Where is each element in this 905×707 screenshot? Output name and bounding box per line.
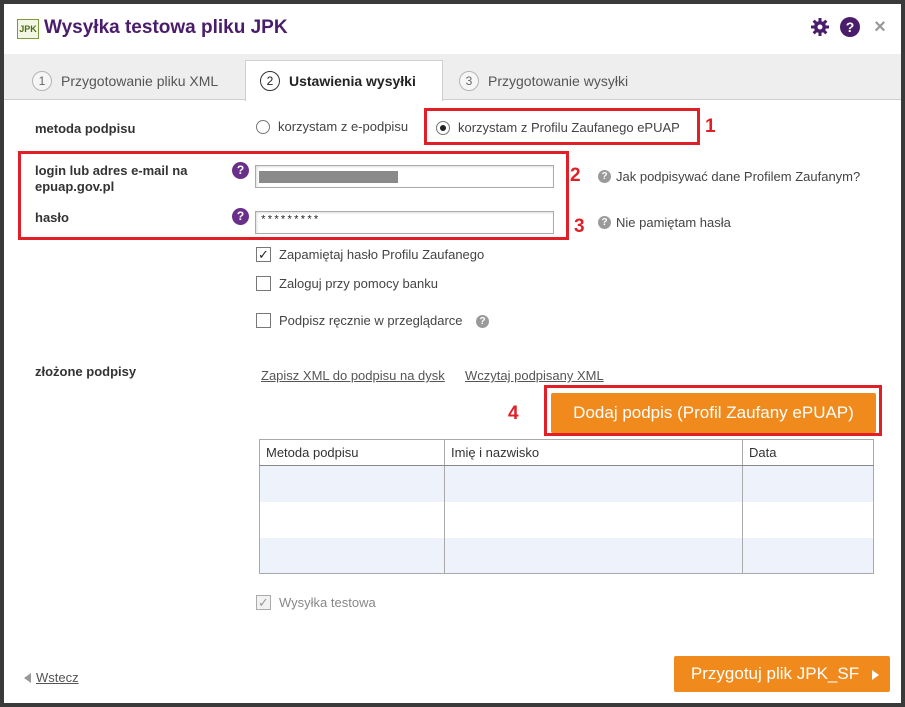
column-header[interactable]: Data <box>742 439 874 466</box>
column-header[interactable]: Imię i nazwisko <box>444 439 743 466</box>
checkbox-label: Wysyłka testowa <box>279 595 376 610</box>
checkbox-label: Zapamiętaj hasło Profilu Zaufanego <box>279 247 485 262</box>
radio-circle <box>256 119 270 134</box>
prepare-jpk-label: Przygotuj plik JPK_SF <box>690 664 860 683</box>
annotation-number-1: 1 <box>705 116 716 137</box>
tab-xml-preparation[interactable]: 1 Przygotowanie pliku XML <box>32 62 218 100</box>
radio-label: korzystam z e-podpisu <box>278 119 409 134</box>
back-link[interactable]: Wstecz <box>24 670 79 685</box>
table-row <box>259 537 874 574</box>
tab-send-settings[interactable]: 2 Ustawienia wysyłki <box>245 60 443 101</box>
manual-sign-checkbox[interactable]: Podpisz ręcznie w przeglądarce <box>256 313 463 328</box>
signatures-table: Metoda podpisu Imię i nazwisko Data <box>259 439 874 574</box>
title-bar: JPK Wysyłka testowa pliku JPK ? × <box>4 4 901 54</box>
remember-password-checkbox[interactable]: ✓ Zapamiętaj hasło Profilu Zaufanego <box>256 247 484 262</box>
jpk-logo: JPK <box>17 19 39 39</box>
tab-number: 1 <box>32 71 52 91</box>
test-send-checkbox: ✓ Wysyłka testowa <box>256 595 376 610</box>
checkbox-label: Zaloguj przy pomocy banku <box>279 276 438 291</box>
gear-icon[interactable] <box>810 17 830 37</box>
tab-bar: 1 Przygotowanie pliku XML 2 Ustawienia w… <box>4 54 901 101</box>
manual-sign-help-icon[interactable]: ? <box>476 315 489 328</box>
checkbox-label: Podpisz ręcznie w przeglądarce <box>279 313 463 328</box>
radio-e-signature[interactable]: korzystam z e-podpisu <box>256 119 408 134</box>
back-label: Wstecz <box>36 670 79 685</box>
tab-number: 2 <box>260 71 280 91</box>
dialog-title: Wysyłka testowa pliku JPK <box>44 17 288 38</box>
checkbox-box: ✓ <box>256 247 271 262</box>
tab-send-preparation[interactable]: 3 Przygotowanie wysyłki <box>459 62 628 100</box>
forgot-password-link[interactable]: Nie pamiętam hasła <box>616 215 731 230</box>
checkbox-box <box>256 276 271 291</box>
login-hint-help-icon: ? <box>598 170 611 183</box>
dialog-window: JPK Wysyłka testowa pliku JPK ? × 1 Przy… <box>0 0 905 707</box>
tab-label: Ustawienia wysyłki <box>289 73 416 89</box>
checkbox-box <box>256 313 271 328</box>
annotation-box-2 <box>18 151 569 240</box>
annotation-box-1 <box>424 108 700 145</box>
tab-number: 3 <box>459 71 479 91</box>
annotation-number-3: 3 <box>574 216 585 237</box>
table-row <box>259 465 874 502</box>
close-icon[interactable]: × <box>870 17 890 37</box>
tab-label: Przygotowanie wysyłki <box>488 73 629 89</box>
table-header-row: Metoda podpisu Imię i nazwisko Data <box>259 439 874 466</box>
annotation-box-4 <box>544 385 882 436</box>
trusted-profile-help-link[interactable]: Jak podpisywać dane Profilem Zaufanym? <box>616 169 860 184</box>
password-hint-help-icon: ? <box>598 216 611 229</box>
signature-method-label: metoda podpisu <box>35 121 136 136</box>
bank-login-checkbox[interactable]: Zaloguj przy pomocy banku <box>256 276 438 291</box>
annotation-number-4: 4 <box>508 403 519 424</box>
prepare-jpk-button[interactable]: Przygotuj plik JPK_SF <box>674 656 890 692</box>
table-row <box>259 501 874 538</box>
annotation-number-2: 2 <box>570 165 581 186</box>
signatures-label: złożone podpisy <box>35 364 137 379</box>
load-signed-xml-link[interactable]: Wczytaj podpisany XML <box>465 368 604 383</box>
column-header[interactable]: Metoda podpisu <box>259 439 445 466</box>
next-arrow-icon <box>872 670 879 680</box>
tab-label: Przygotowanie pliku XML <box>61 73 219 89</box>
back-arrow-icon <box>24 672 31 683</box>
help-icon[interactable]: ? <box>840 17 860 37</box>
checkbox-box: ✓ <box>256 595 271 610</box>
save-xml-link[interactable]: Zapisz XML do podpisu na dysk <box>261 368 445 383</box>
